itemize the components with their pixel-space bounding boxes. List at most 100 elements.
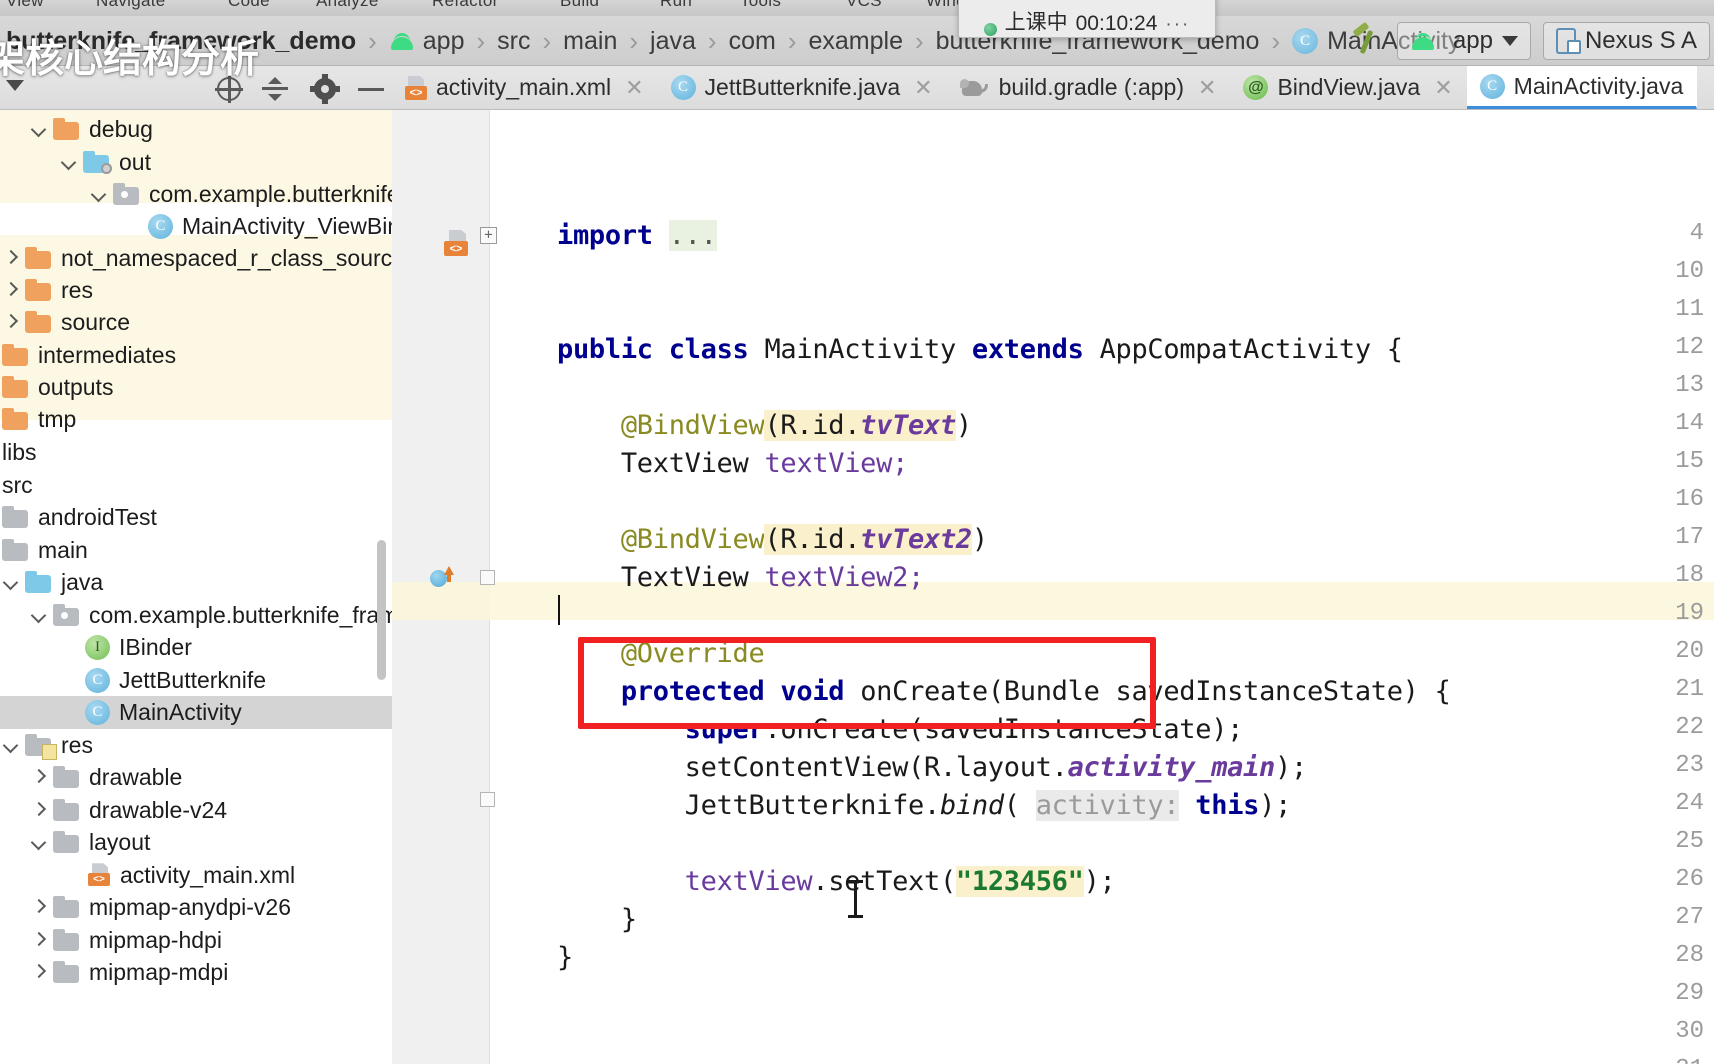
timer-more-icon[interactable]: ··· xyxy=(1165,14,1190,36)
run-configuration-selector[interactable]: app xyxy=(1396,22,1531,60)
chevron-down-icon[interactable] xyxy=(30,833,48,851)
tree-item-label: source xyxy=(61,308,131,335)
token-extends: extends xyxy=(971,334,1084,365)
tab-jettbutterknife-java[interactable]: C JettButterknife.java ✕ xyxy=(658,66,947,109)
device-selector[interactable]: Nexus S A xyxy=(1542,22,1710,60)
folder-icon xyxy=(25,247,53,270)
chevron-right-icon[interactable] xyxy=(2,249,20,267)
project-tree[interactable]: debug out com.example.butterknife C Main… xyxy=(0,110,392,1064)
close-icon[interactable]: ✕ xyxy=(914,75,932,101)
tree-item-activity-main-xml[interactable]: <> activity_main.xml xyxy=(88,859,295,892)
chevron-right-icon[interactable] xyxy=(30,963,48,981)
menu-item-run[interactable]: Run xyxy=(660,0,692,11)
menu-item-analyze[interactable]: Analyze xyxy=(316,0,379,11)
gear-icon[interactable] xyxy=(310,74,340,104)
tree-item-java[interactable]: java xyxy=(2,566,103,599)
token-folded-imports[interactable]: ... xyxy=(668,220,717,251)
tree-item-label: mipmap-anydpi-v26 xyxy=(89,893,291,920)
tree-item-res[interactable]: res xyxy=(2,729,93,762)
tree-item-libs[interactable]: libs xyxy=(2,436,37,469)
tree-item-main[interactable]: main xyxy=(2,534,88,567)
fold-region-icon[interactable] xyxy=(480,792,495,807)
chevron-right-icon[interactable] xyxy=(30,898,48,916)
collapse-all-icon[interactable] xyxy=(260,74,290,104)
chevron-right-icon[interactable] xyxy=(2,281,20,299)
breadcrumb-separator: › xyxy=(914,25,924,56)
tab-activity-main-xml[interactable]: <> activity_main.xml ✕ xyxy=(392,66,658,109)
tree-item-out[interactable]: out xyxy=(60,146,151,179)
tree-item-label: androidTest xyxy=(38,503,157,530)
tree-item-source[interactable]: source xyxy=(2,306,130,339)
tree-item-mipmap-hdpi[interactable]: mipmap-hdpi xyxy=(30,924,222,957)
token-open-paren: ( xyxy=(1003,790,1036,821)
tree-item-mainactivity-viewbinding[interactable]: C MainActivity_ViewBind xyxy=(148,210,392,243)
close-icon[interactable]: ✕ xyxy=(625,75,643,101)
menu-item-vcs[interactable]: VCS xyxy=(846,0,882,11)
tree-item-mainactivity[interactable]: C MainActivity xyxy=(0,696,392,729)
chevron-down-icon[interactable] xyxy=(90,185,108,203)
line-number: 22 xyxy=(1675,714,1704,741)
code-editor[interactable]: 4 10 11 12 13 14 15 16 17 18 19 20 21 22… xyxy=(392,110,1714,1064)
xml-layout-gutter-icon[interactable]: <> xyxy=(444,230,470,256)
breadcrumb-item-src[interactable]: src xyxy=(497,27,530,56)
tree-item-intermediates[interactable]: intermediates xyxy=(2,339,176,372)
tree-item-layout[interactable]: layout xyxy=(30,826,150,859)
res-folder-icon xyxy=(25,734,57,761)
line-number: 20 xyxy=(1675,638,1704,665)
mouse-text-cursor xyxy=(848,880,863,918)
tab-build-gradle[interactable]: build.gradle (:app) ✕ xyxy=(947,66,1231,109)
tree-item-label: com.example.butterknife xyxy=(149,180,392,207)
chevron-down-icon[interactable] xyxy=(2,736,20,754)
tree-item-package-butterknife-framework[interactable]: com.example.butterknife_frame xyxy=(30,599,392,632)
close-icon[interactable]: ✕ xyxy=(1434,75,1452,101)
chevron-down-icon[interactable] xyxy=(2,573,20,591)
chevron-right-icon[interactable] xyxy=(30,801,48,819)
chevron-right-icon[interactable] xyxy=(2,313,20,331)
menu-item-view[interactable]: View xyxy=(6,0,44,11)
menu-item-tools[interactable]: Tools xyxy=(740,0,781,11)
tree-item-drawable[interactable]: drawable xyxy=(30,761,182,794)
overridden-method-gutter-icon[interactable] xyxy=(430,566,454,590)
tree-item-ibinder[interactable]: I IBinder xyxy=(85,631,192,664)
tree-item-not-namespaced-r-class-sources[interactable]: not_namespaced_r_class_sources xyxy=(2,242,392,275)
code-line-4[interactable]: import ... xyxy=(557,220,717,251)
tab-mainactivity-java[interactable]: C MainActivity.java xyxy=(1466,66,1698,109)
hide-panel-icon[interactable] xyxy=(356,74,386,104)
fold-expand-icon[interactable]: + xyxy=(480,227,497,244)
chevron-right-icon[interactable] xyxy=(30,931,48,949)
chevron-right-icon[interactable] xyxy=(30,768,48,786)
tree-item-androidtest[interactable]: androidTest xyxy=(2,501,157,534)
class-session-timer-popup[interactable]: 上课中 00:10:24 ··· xyxy=(958,0,1216,38)
xml-file-icon: <> xyxy=(405,75,427,100)
tree-item-com-example-butterknife[interactable]: com.example.butterknife xyxy=(90,178,392,211)
breadcrumb-item-java[interactable]: java xyxy=(650,27,696,56)
breadcrumb-item-example[interactable]: example xyxy=(808,27,903,56)
tree-item-mipmap-mdpi[interactable]: mipmap-mdpi xyxy=(30,956,228,989)
token-class-name: MainActivity xyxy=(764,334,956,365)
menu-item-navigate[interactable]: Navigate xyxy=(96,0,166,11)
breadcrumb-item-app[interactable]: app xyxy=(389,27,465,56)
breadcrumb-item-com[interactable]: com xyxy=(729,27,776,56)
tree-item-mipmap-anydpi-v26[interactable]: mipmap-anydpi-v26 xyxy=(30,891,291,924)
code-line-12[interactable]: public class MainActivity extends AppCom… xyxy=(557,334,1403,365)
menu-item-code[interactable]: Code xyxy=(228,0,270,11)
tree-scrollbar[interactable] xyxy=(377,540,386,680)
tree-item-res-build[interactable]: res xyxy=(2,274,93,307)
breadcrumb-item-main[interactable]: main xyxy=(563,27,617,56)
tree-item-outputs[interactable]: outputs xyxy=(2,371,113,404)
fold-region-icon[interactable] xyxy=(480,570,495,585)
tab-bindview-java[interactable]: @ BindView.java ✕ xyxy=(1230,66,1466,109)
chevron-down-icon[interactable] xyxy=(30,120,48,138)
menu-item-build[interactable]: Build xyxy=(560,0,599,11)
tree-item-debug[interactable]: debug xyxy=(30,113,153,146)
build-hammer-icon[interactable] xyxy=(1349,24,1385,58)
chevron-down-icon[interactable] xyxy=(60,153,78,171)
tree-item-jettbutterknife[interactable]: C JettButterknife xyxy=(85,664,266,697)
close-icon[interactable]: ✕ xyxy=(1198,75,1216,101)
chevron-down-icon[interactable] xyxy=(30,606,48,624)
menu-item-refactor[interactable]: Refactor xyxy=(432,0,499,11)
menu-bar[interactable]: View Navigate Code Analyze Refactor Buil… xyxy=(0,0,1714,16)
tree-item-tmp[interactable]: tmp xyxy=(2,403,76,436)
tree-item-drawable-v24[interactable]: drawable-v24 xyxy=(30,794,227,827)
tree-item-src[interactable]: src xyxy=(2,469,33,502)
